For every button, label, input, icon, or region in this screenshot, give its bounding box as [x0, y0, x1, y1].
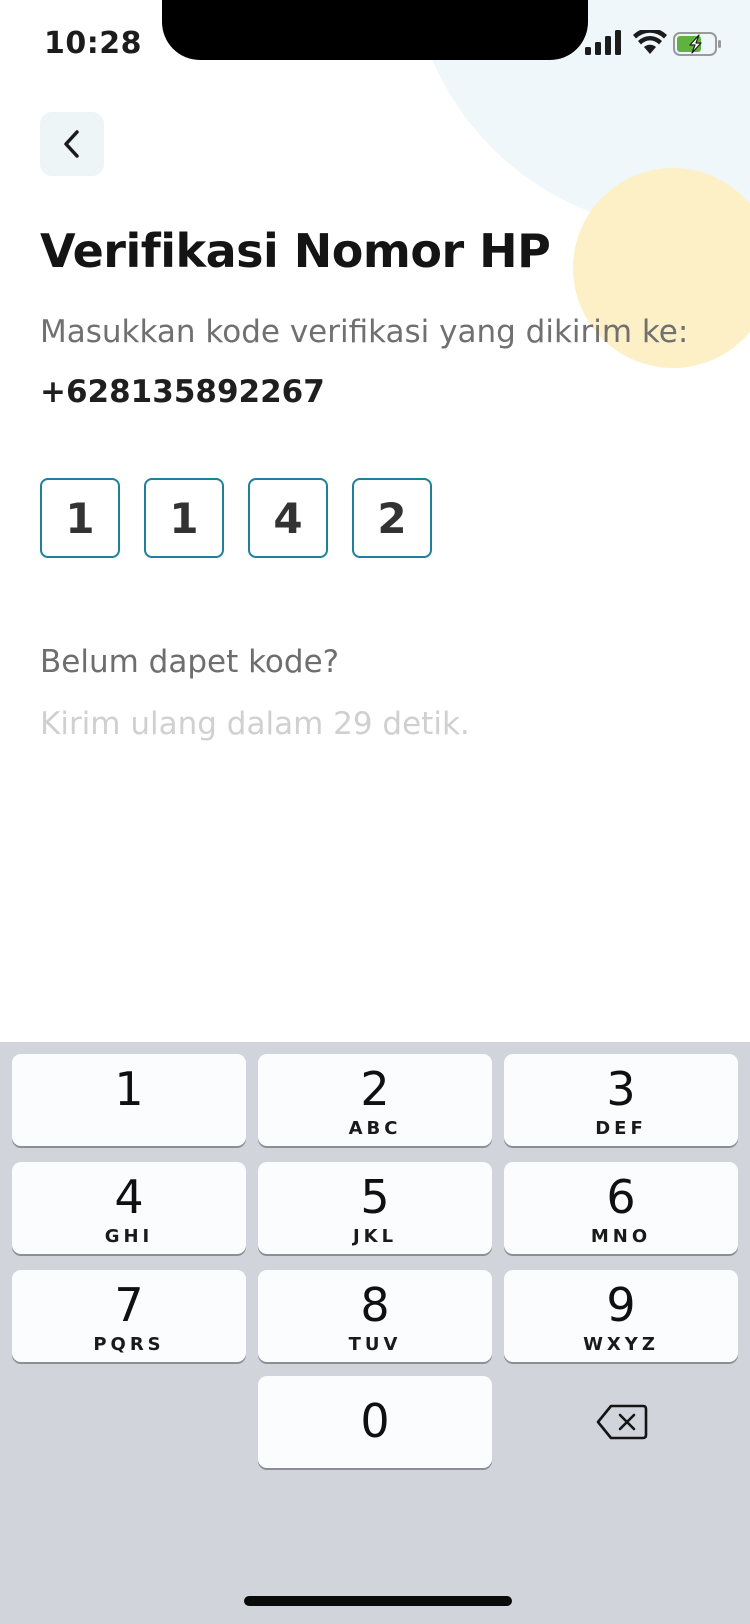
resend-question: Belum dapet kode? [40, 644, 340, 680]
key-letters: WXYZ [583, 1334, 659, 1355]
key-0[interactable]: 0 [258, 1376, 492, 1468]
camera-notch [162, 0, 588, 60]
delete-key[interactable] [505, 1376, 739, 1468]
key-digit: 7 [114, 1278, 144, 1332]
key-7[interactable]: 7 PQRS [12, 1270, 246, 1362]
key-digit: 3 [606, 1062, 636, 1116]
otp-digit-4[interactable]: 2 [352, 478, 432, 558]
key-letters: ABC [348, 1118, 402, 1139]
key-digit: 8 [360, 1278, 390, 1332]
chevron-left-icon [64, 130, 79, 158]
key-letters: GHI [104, 1226, 154, 1247]
key-3[interactable]: 3 DEF [504, 1054, 738, 1146]
key-9[interactable]: 9 WXYZ [504, 1270, 738, 1362]
resend-countdown: Kirim ulang dalam 29 detik. [40, 706, 470, 742]
status-bar: 10:28 [0, 0, 750, 90]
key-digit: 1 [114, 1062, 144, 1116]
key-2[interactable]: 2 ABC [258, 1054, 492, 1146]
key-digit: 4 [114, 1170, 144, 1224]
instruction-text: Masukkan kode verifikasi yang dikirim ke… [40, 314, 689, 350]
page-title: Verifikasi Nomor HP [40, 224, 551, 278]
otp-digit-1[interactable]: 1 [40, 478, 120, 558]
otp-digit-2[interactable]: 1 [144, 478, 224, 558]
numeric-keypad: 1 2 ABC 3 DEF 4 GHI 5 JKL 6 MNO 7 PQRS 8 [0, 1042, 750, 1624]
key-digit: 5 [360, 1170, 390, 1224]
key-6[interactable]: 6 MNO [504, 1162, 738, 1254]
wifi-icon [633, 30, 667, 54]
back-button[interactable] [40, 112, 104, 176]
key-digit: 9 [606, 1278, 636, 1332]
key-letters: JKL [352, 1226, 398, 1247]
key-letters: TUV [348, 1334, 402, 1355]
status-time: 10:28 [44, 26, 142, 61]
key-8[interactable]: 8 TUV [258, 1270, 492, 1362]
phone-number: +628135892267 [40, 374, 325, 410]
home-indicator [244, 1596, 512, 1606]
key-5[interactable]: 5 JKL [258, 1162, 492, 1254]
key-letters: PQRS [93, 1334, 165, 1355]
key-digit: 6 [606, 1170, 636, 1224]
backspace-icon [596, 1404, 648, 1440]
key-digit: 2 [360, 1062, 390, 1116]
verification-screen: 10:28 Verifikasi Nomor HP Masukkan kode … [0, 0, 750, 1624]
battery-charging-icon [673, 32, 721, 56]
otp-digit-3[interactable]: 4 [248, 478, 328, 558]
key-letters: DEF [595, 1118, 647, 1139]
signal-icon [585, 30, 621, 55]
key-1[interactable]: 1 [12, 1054, 246, 1146]
key-digit: 0 [360, 1394, 390, 1448]
key-4[interactable]: 4 GHI [12, 1162, 246, 1254]
key-letters: MNO [590, 1226, 652, 1247]
